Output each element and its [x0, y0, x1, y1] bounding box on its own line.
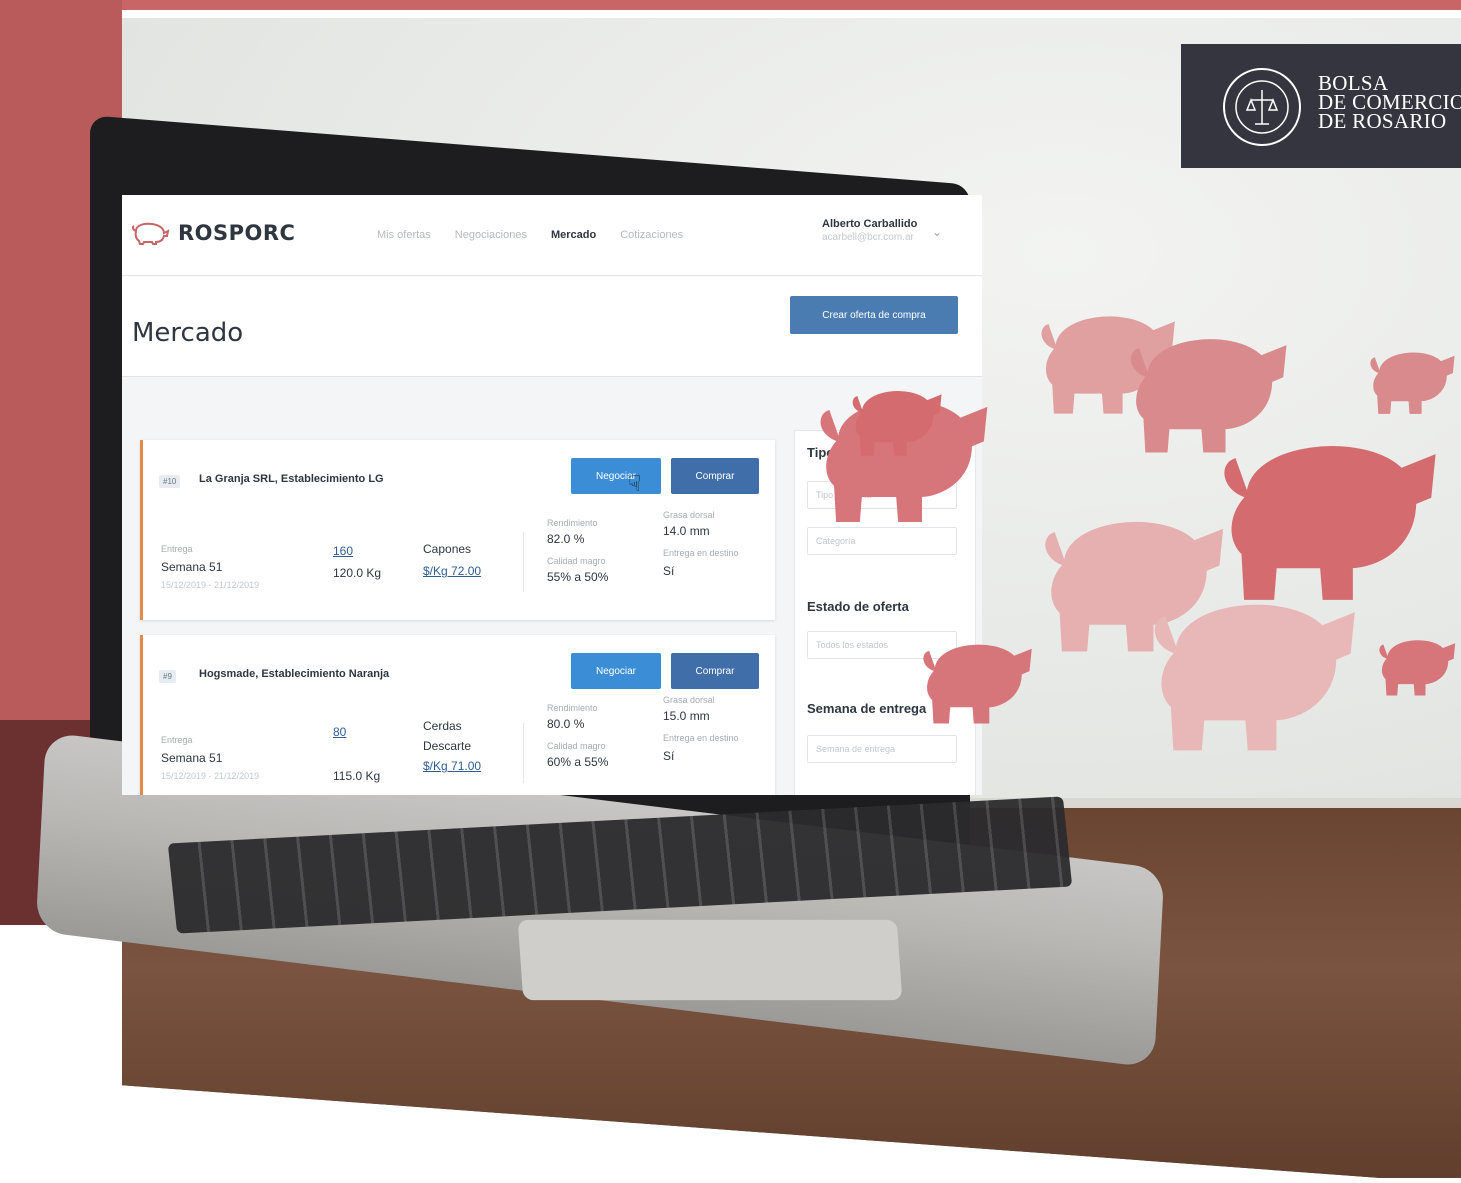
- delivery-week-select[interactable]: Semana de entrega: [807, 735, 957, 763]
- weight-value: 115.0 Kg: [333, 769, 381, 783]
- category-value-line2: Descarte: [423, 739, 472, 753]
- offer-card: #9 Hogsmade, Establecimiento Naranja Neg…: [140, 635, 775, 795]
- category-value: Cerdas: [423, 719, 462, 733]
- delivery-label: Entrega: [161, 735, 193, 745]
- heads-link[interactable]: 80: [333, 725, 346, 739]
- negotiate-button[interactable]: Negociar: [571, 653, 661, 689]
- category-select[interactable]: Categoría: [807, 527, 957, 555]
- card-divider: [523, 723, 524, 783]
- fat-label: Grasa dorsal: [663, 510, 715, 520]
- yield-value: 82.0 %: [547, 532, 585, 546]
- offer-establishment: Hogsmade, Establecimiento Naranja: [199, 668, 390, 680]
- chevron-down-icon[interactable]: ⌄: [932, 225, 946, 239]
- buy-button[interactable]: Comprar: [671, 458, 759, 494]
- buy-button[interactable]: Comprar: [671, 653, 759, 689]
- yield-value: 80.0 %: [547, 717, 585, 731]
- bcr-seal-icon: [1223, 68, 1301, 146]
- delivery-range: 15/12/2019 - 21/12/2019: [161, 580, 260, 590]
- delivery-label: Entrega: [161, 544, 193, 554]
- page-title: Mercado: [132, 318, 244, 348]
- fat-label: Grasa dorsal: [663, 695, 715, 705]
- price-link[interactable]: $/Kg 72.00: [423, 564, 481, 578]
- price-link[interactable]: $/Kg 71.00: [423, 759, 481, 773]
- offer-id-badge: #10: [159, 475, 181, 488]
- dest-value: Sí: [663, 564, 675, 578]
- delivery-week-title: Semana de entrega: [807, 701, 927, 716]
- app-brand[interactable]: ROSPORC: [130, 221, 295, 245]
- offer-card: #10 La Granja SRL, Establecimiento LG Ne…: [140, 440, 775, 620]
- dest-value: Sí: [663, 749, 675, 763]
- pig-icon: [852, 390, 942, 456]
- offer-id-badge: #9: [159, 670, 176, 683]
- nav-item-cotizaciones[interactable]: Cotizaciones: [620, 229, 683, 241]
- create-offer-button[interactable]: Crear oferta de compra: [790, 296, 958, 334]
- user-name: Alberto Carballido: [822, 218, 918, 230]
- hand-cursor-icon: ☟: [628, 472, 642, 497]
- pig-icon: [1379, 640, 1456, 696]
- heads-link[interactable]: 160: [333, 544, 353, 558]
- fat-value: 14.0 mm: [663, 524, 710, 538]
- nav-item-mis-ofertas[interactable]: Mis ofertas: [377, 229, 431, 241]
- bcr-wordmark: BOLSA DE COMERCIO DE ROSARIO: [1318, 73, 1461, 133]
- dest-label: Entrega en destino: [663, 548, 739, 558]
- app-header: ROSPORC Mis ofertas Negociaciones Mercad…: [122, 195, 982, 276]
- laptop-trackpad: [517, 919, 903, 1001]
- pig-icon: [1370, 352, 1455, 414]
- bcr-line-3: DE ROSARIO: [1318, 109, 1447, 133]
- card-divider: [523, 532, 524, 592]
- nav-item-negociaciones[interactable]: Negociaciones: [455, 229, 527, 241]
- pig-icon: [923, 644, 1032, 724]
- lean-value: 55% a 50%: [547, 570, 609, 584]
- lean-label: Calidad magro: [547, 741, 606, 751]
- weight-value: 120.0 Kg: [333, 566, 382, 580]
- title-bar: Mercado Crear oferta de compra: [122, 276, 982, 377]
- nav-item-mercado[interactable]: Mercado: [551, 229, 596, 241]
- yield-label: Rendimiento: [547, 518, 598, 528]
- dest-label: Entrega en destino: [663, 733, 739, 743]
- top-accent-bar: [0, 0, 1461, 10]
- yield-label: Rendimiento: [547, 703, 598, 713]
- lean-label: Calidad magro: [547, 556, 606, 566]
- delivery-week: Semana 51: [161, 751, 223, 765]
- lean-value: 60% a 55%: [547, 755, 609, 769]
- negotiate-button[interactable]: Negociar: [571, 458, 661, 494]
- main-nav: Mis ofertas Negociaciones Mercado Cotiza…: [377, 229, 683, 241]
- pig-icon: [1154, 604, 1355, 751]
- user-menu[interactable]: Alberto Carballido acarbell@bcr.com.ar: [822, 217, 917, 245]
- pig-logo-icon: [131, 222, 170, 245]
- app-name: ROSPORC: [178, 221, 296, 245]
- delivery-range: 15/12/2019 - 21/12/2019: [161, 771, 260, 781]
- fat-value: 15.0 mm: [663, 709, 710, 723]
- delivery-week: Semana 51: [161, 560, 223, 574]
- offer-state-title: Estado de oferta: [807, 599, 909, 614]
- category-value: Capones: [423, 542, 472, 556]
- bcr-logo: BOLSA DE COMERCIO DE ROSARIO: [1181, 44, 1461, 168]
- offer-establishment: La Granja SRL, Establecimiento LG: [199, 473, 384, 485]
- user-email: acarbell@bcr.com.ar: [822, 232, 914, 243]
